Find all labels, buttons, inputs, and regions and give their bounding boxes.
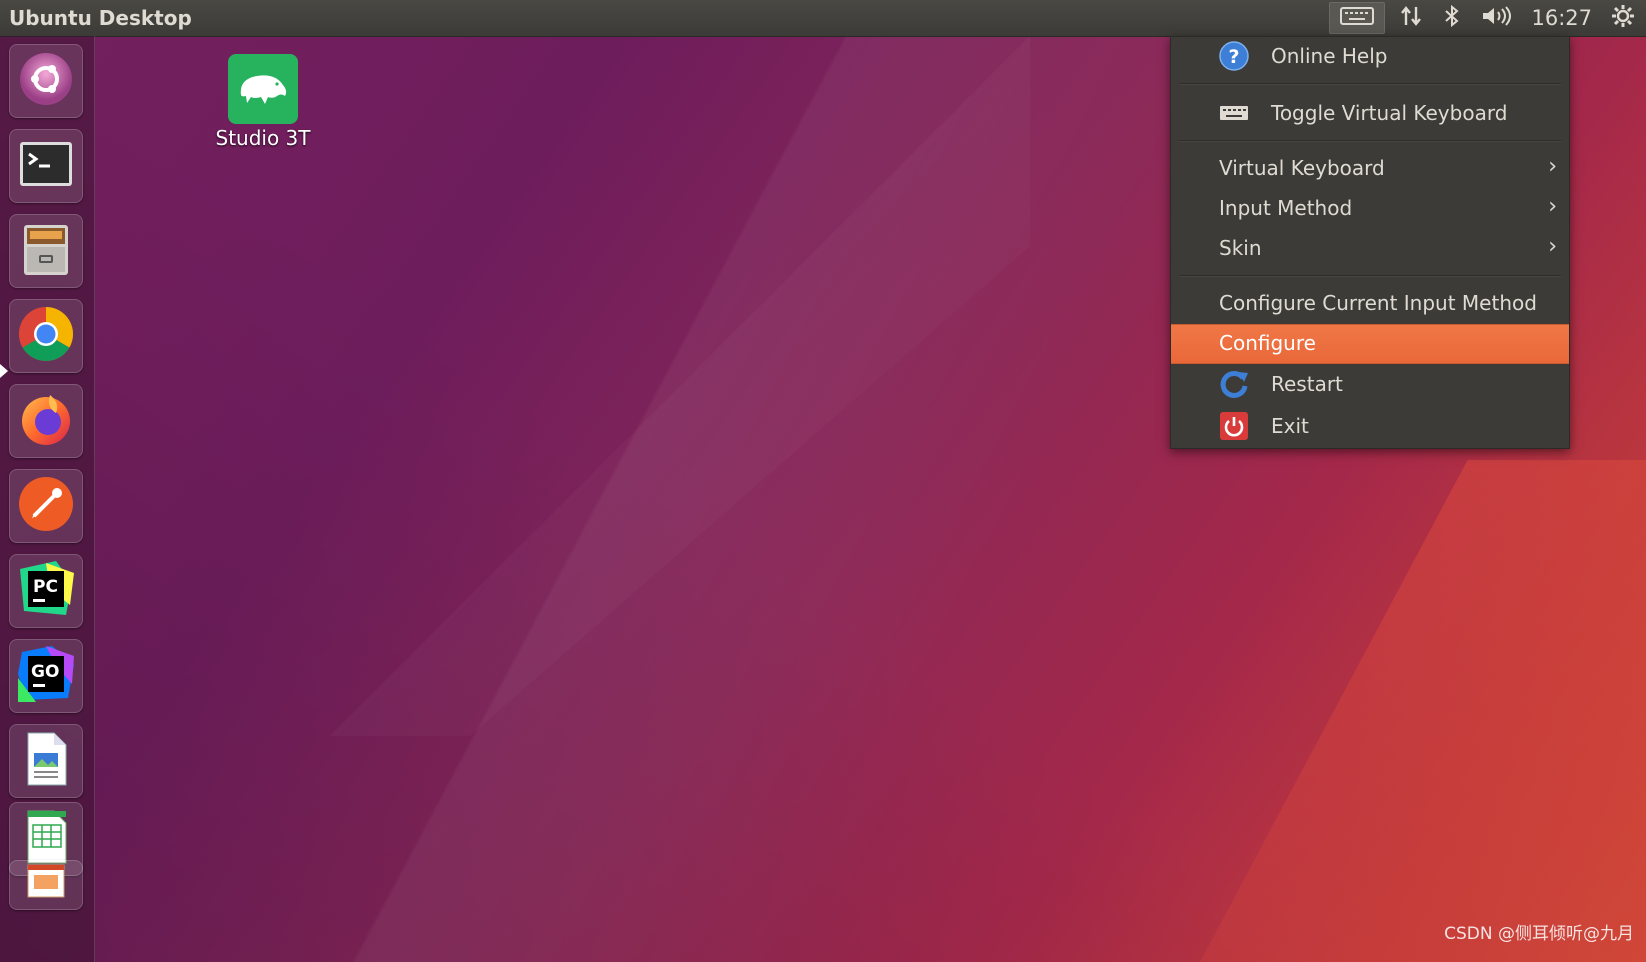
goland-icon: GO xyxy=(16,644,76,708)
launcher-pycharm[interactable]: PC xyxy=(9,554,83,628)
document-icon xyxy=(16,729,76,793)
launcher-firefox[interactable] xyxy=(9,384,83,458)
bluetooth-icon xyxy=(1443,4,1461,33)
keyboard-icon xyxy=(1340,6,1375,30)
power-icon xyxy=(1219,411,1249,441)
launcher-postman[interactable] xyxy=(9,469,83,543)
input-method-menu: ? Online Help Toggle Virtual Keyboard Vi… xyxy=(1170,36,1570,449)
clock[interactable]: 16:27 xyxy=(1523,0,1600,36)
menu-item-label: Input Method xyxy=(1219,196,1353,220)
active-app-indicator xyxy=(0,364,8,378)
terminal-icon xyxy=(16,134,76,198)
launcher-files[interactable] xyxy=(9,214,83,288)
postman-icon xyxy=(16,474,76,538)
launcher-goland[interactable]: GO xyxy=(9,639,83,713)
desktop-icon-label: Studio 3T xyxy=(215,126,311,150)
launcher-impress[interactable] xyxy=(9,860,83,910)
menu-item-exit[interactable]: Exit xyxy=(1171,406,1569,448)
menu-separator xyxy=(1179,275,1561,277)
ubuntu-logo-icon xyxy=(16,49,76,113)
svg-text:GO: GO xyxy=(31,662,59,682)
menu-item-configure[interactable]: Configure xyxy=(1171,324,1569,364)
volume-icon xyxy=(1481,4,1513,33)
menu-item-restart[interactable]: Restart xyxy=(1171,364,1569,406)
file-cabinet-icon xyxy=(16,219,76,283)
launcher-terminal[interactable] xyxy=(9,129,83,203)
studio3t-icon xyxy=(228,54,298,124)
network-indicator[interactable] xyxy=(1389,0,1433,36)
pycharm-icon: PC xyxy=(16,559,76,623)
wallpaper-facet xyxy=(330,36,1030,736)
gear-icon xyxy=(1610,3,1636,34)
menu-item-toggle-virtual-keyboard[interactable]: Toggle Virtual Keyboard xyxy=(1171,93,1569,134)
launcher-chrome[interactable] xyxy=(9,299,83,373)
volume-indicator[interactable] xyxy=(1471,0,1523,36)
wallpaper-facet xyxy=(1200,460,1646,962)
menu-item-label: Virtual Keyboard xyxy=(1219,156,1385,180)
launcher-writer[interactable] xyxy=(9,724,83,798)
menu-item-online-help[interactable]: ? Online Help xyxy=(1171,37,1569,78)
menu-item-label: Toggle Virtual Keyboard xyxy=(1271,101,1508,125)
network-icon xyxy=(1399,4,1423,33)
submenu-arrow-icon: › xyxy=(1548,194,1557,219)
launcher-ubuntu-software[interactable] xyxy=(9,44,83,118)
menu-item-label: Configure Current Input Method xyxy=(1219,291,1537,315)
presentation-icon xyxy=(16,863,76,907)
keyboard-indicator[interactable] xyxy=(1329,2,1386,34)
menu-separator xyxy=(1179,140,1561,142)
watermark: CSDN @侧耳倾听@九月 xyxy=(1444,924,1634,944)
bluetooth-indicator[interactable] xyxy=(1433,0,1471,36)
menu-item-label: Online Help xyxy=(1271,44,1388,68)
firefox-icon xyxy=(16,389,76,453)
system-menu[interactable] xyxy=(1600,0,1646,36)
menu-item-label: Configure xyxy=(1219,331,1316,355)
menu-item-skin[interactable]: Skin › xyxy=(1171,229,1569,269)
keyboard-icon xyxy=(1219,98,1249,128)
indicator-area: 16:27 xyxy=(1329,0,1646,36)
menu-item-label: Restart xyxy=(1271,372,1343,396)
top-panel: Ubuntu Desktop 16:27 xyxy=(0,0,1646,37)
menu-item-configure-current-input-method[interactable]: Configure Current Input Method xyxy=(1171,284,1569,324)
submenu-arrow-icon: › xyxy=(1548,154,1557,179)
menu-item-label: Skin xyxy=(1219,236,1262,260)
svg-text:PC: PC xyxy=(33,577,58,597)
svg-text:?: ? xyxy=(1229,46,1240,68)
chrome-icon xyxy=(16,304,76,368)
submenu-arrow-icon: › xyxy=(1548,234,1557,259)
menu-item-input-method[interactable]: Input Method › xyxy=(1171,189,1569,229)
launcher: PC GO xyxy=(0,36,95,962)
menu-separator xyxy=(1179,83,1561,85)
menu-item-label: Exit xyxy=(1271,414,1309,438)
help-icon: ? xyxy=(1219,41,1249,71)
active-window-title: Ubuntu Desktop xyxy=(9,6,192,30)
restart-icon xyxy=(1219,369,1249,399)
menu-item-virtual-keyboard[interactable]: Virtual Keyboard › xyxy=(1171,149,1569,189)
desktop-icon-studio-3t[interactable]: Studio 3T xyxy=(212,54,314,150)
